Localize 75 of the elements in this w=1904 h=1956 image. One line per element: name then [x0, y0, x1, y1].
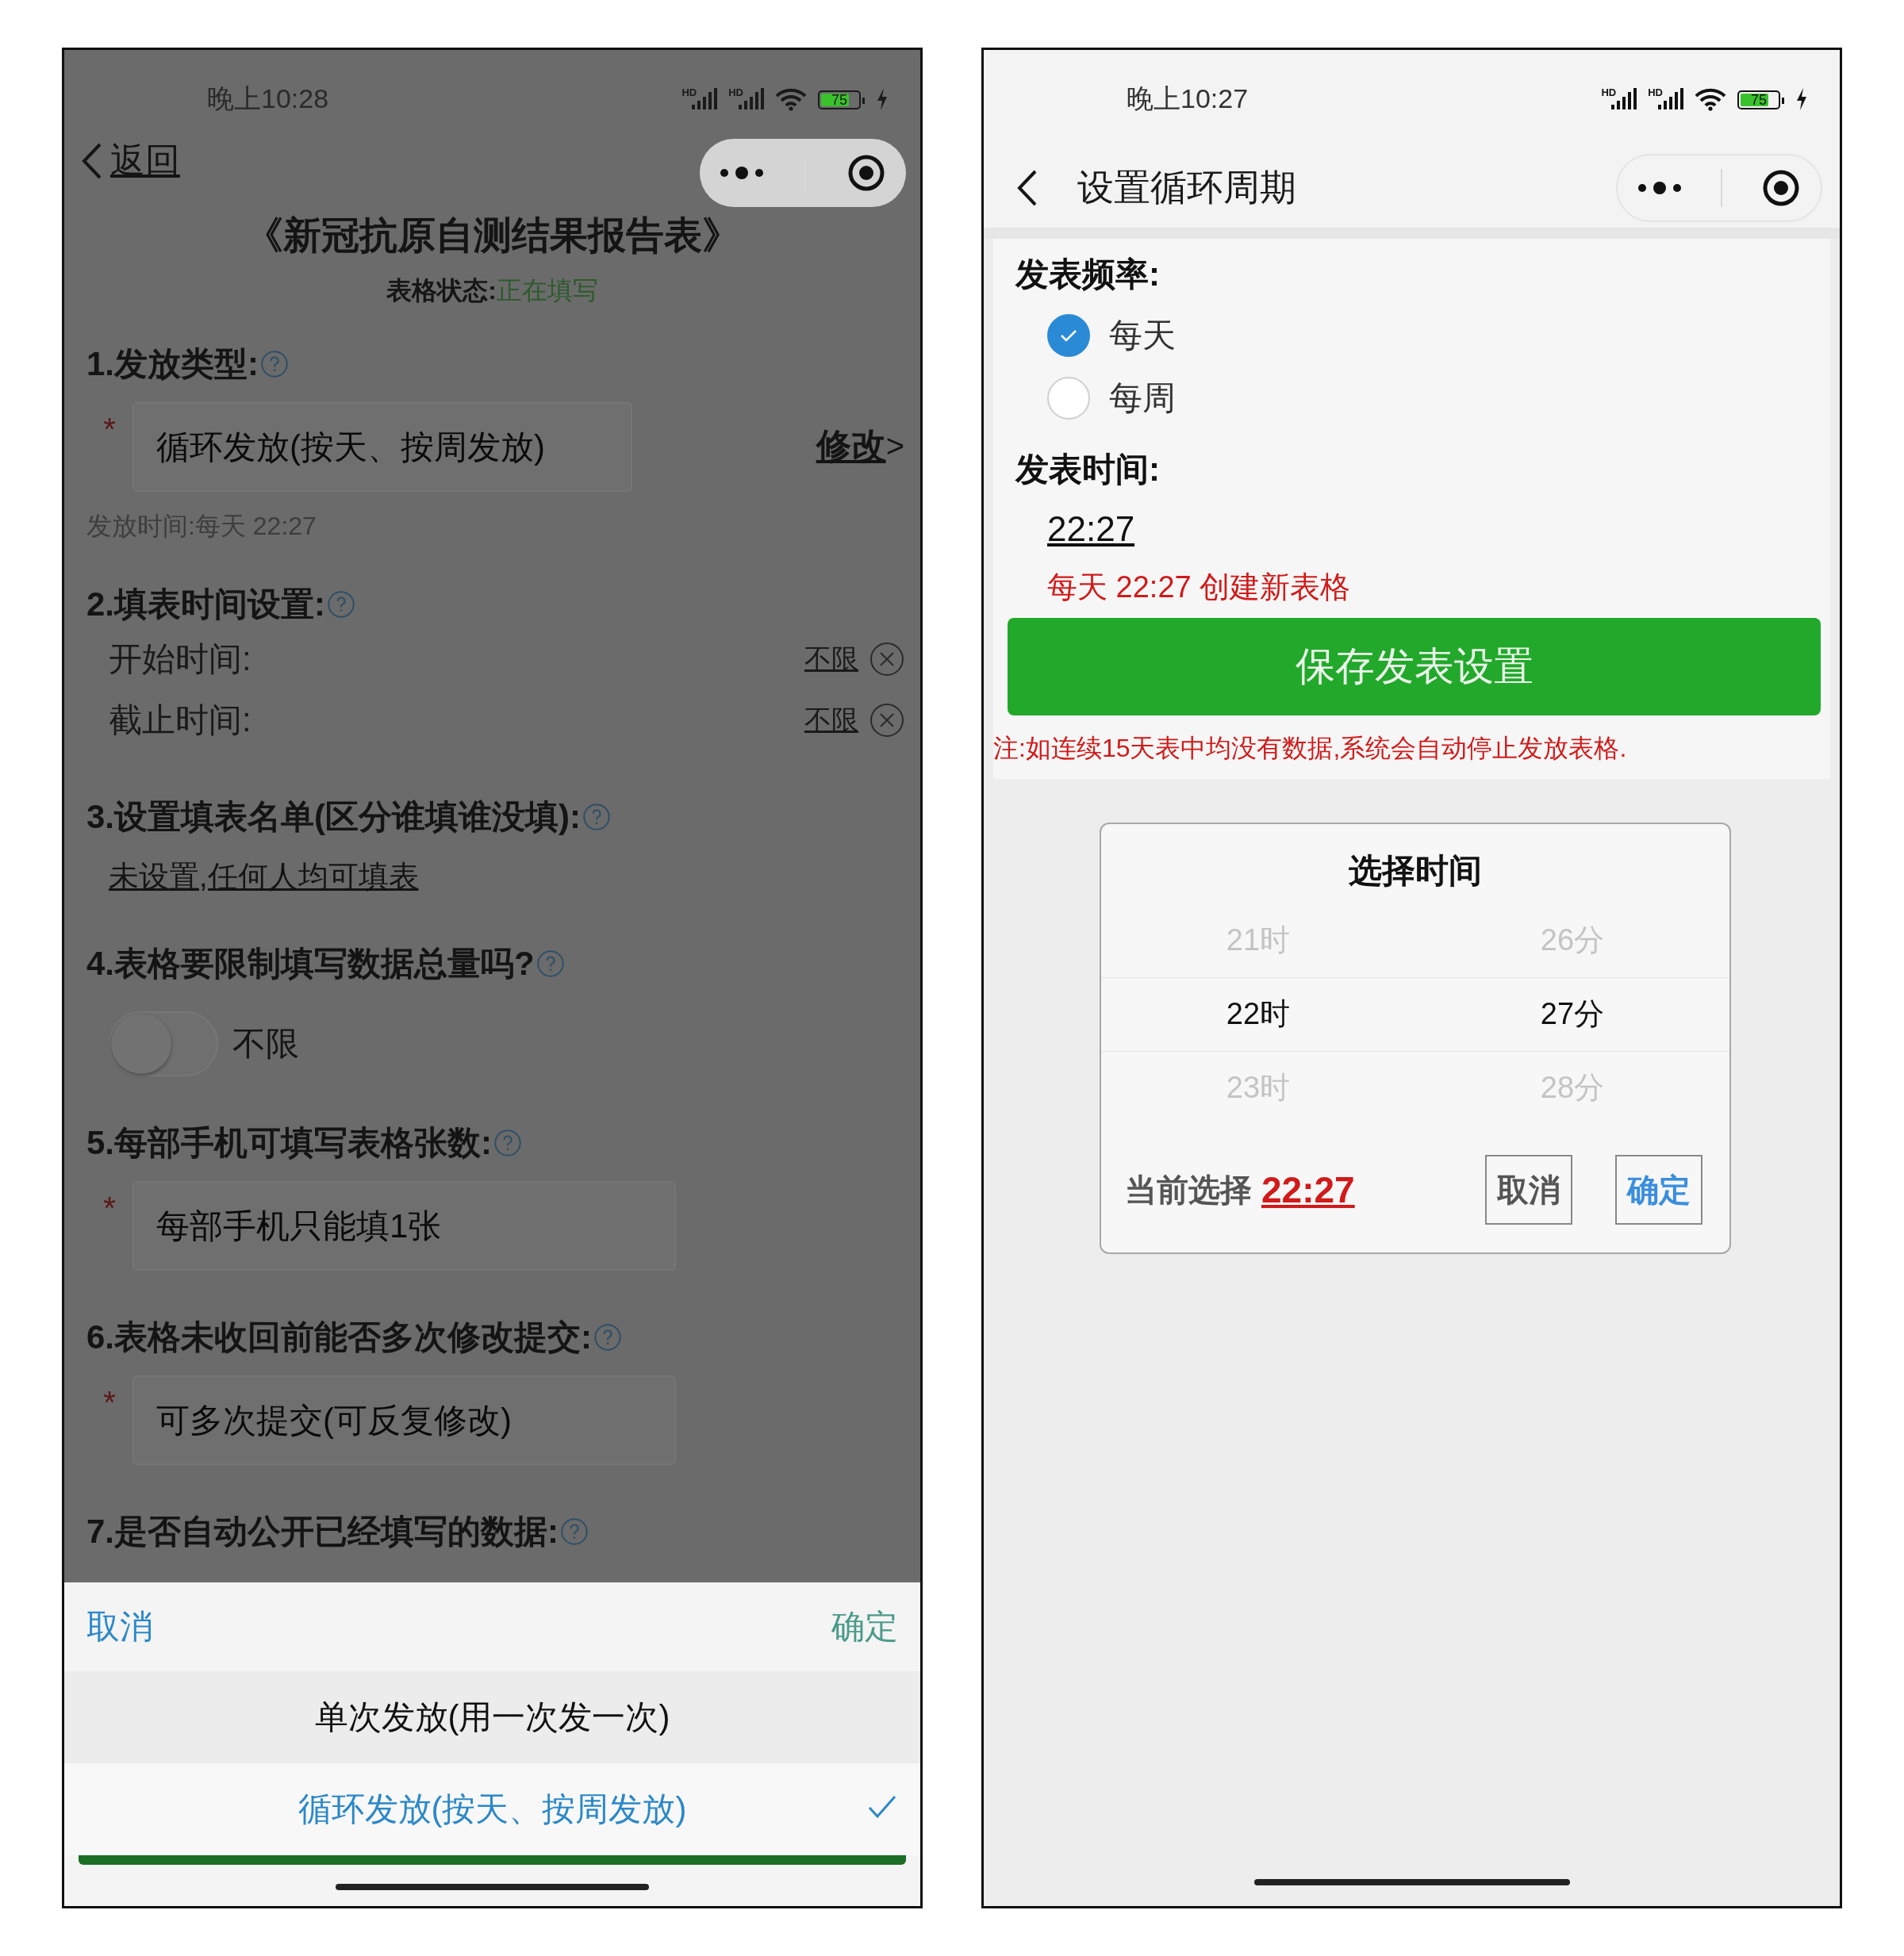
- clear-icon[interactable]: [869, 641, 904, 677]
- sheet-option[interactable]: 单次发放(用一次发一次): [64, 1671, 920, 1763]
- current-selection-label: 当前选择: [1125, 1171, 1252, 1209]
- help-icon[interactable]: [536, 949, 565, 978]
- back-link[interactable]: 返回: [82, 137, 180, 184]
- more-icon[interactable]: [1637, 180, 1682, 196]
- select-field[interactable]: 循环发放(按天、按周发放): [132, 402, 632, 492]
- home-indicator[interactable]: [336, 1884, 649, 1890]
- status-time: 晚上10:27: [1127, 82, 1250, 115]
- status-time: 晚上10:28: [207, 82, 330, 115]
- more-icon[interactable]: [720, 165, 765, 181]
- help-icon[interactable]: [582, 803, 611, 831]
- wifi-icon: [775, 87, 807, 111]
- time-value-link[interactable]: 不限: [804, 701, 858, 738]
- cancel-button[interactable]: 取消: [86, 1605, 153, 1649]
- back-icon: [82, 142, 102, 179]
- form-title: 《新冠抗原自测结果报告表》: [244, 213, 741, 258]
- time-value-link[interactable]: 不限: [804, 640, 858, 677]
- picker-title: 选择时间: [1348, 851, 1483, 891]
- schedule-summary: 每天 22:27 创建新表格: [1046, 569, 1352, 605]
- check-icon: [868, 1795, 896, 1819]
- status-value: 正在填写: [496, 276, 598, 305]
- network-label: HD: [1601, 87, 1617, 98]
- status-label: 表格状态:: [386, 276, 497, 305]
- radio-button[interactable]: [1047, 313, 1090, 357]
- help-icon[interactable]: [493, 1129, 522, 1157]
- roster-link[interactable]: 未设置,任何人均可填表: [86, 857, 419, 897]
- clear-icon[interactable]: [869, 702, 904, 738]
- confirm-button[interactable]: 确定: [1615, 1155, 1702, 1225]
- page-title: 设置循环周期: [1077, 166, 1297, 209]
- radio-label: 每周: [1109, 378, 1176, 418]
- radio-label: 每天: [1109, 315, 1176, 355]
- confirm-button[interactable]: 确定: [831, 1605, 898, 1649]
- battery-level-text: 75: [831, 91, 847, 109]
- edit-link[interactable]: 修改: [816, 423, 886, 470]
- home-indicator[interactable]: [1253, 1879, 1570, 1885]
- network-label: HD: [1648, 87, 1663, 98]
- help-icon[interactable]: [593, 1323, 622, 1352]
- sheet-option[interactable]: 循环发放(按天、按周发放): [64, 1763, 920, 1855]
- time-value-link[interactable]: 22:27: [993, 499, 1830, 559]
- select-field[interactable]: 每部手机只能填1张: [132, 1181, 676, 1271]
- required-mark: *: [102, 1386, 117, 1418]
- help-icon[interactable]: [260, 350, 289, 378]
- field-label: 发表时间:: [1014, 450, 1161, 489]
- save-button[interactable]: 保存发表设置: [1008, 618, 1821, 715]
- warning-note: 注:如连续15天表中均没有数据,系统会自动停止发放表格.: [993, 733, 1628, 764]
- cancel-button[interactable]: 取消: [1485, 1155, 1572, 1225]
- help-icon[interactable]: [327, 590, 355, 619]
- picker-option[interactable]: 27分: [1415, 977, 1729, 1051]
- help-icon[interactable]: [560, 1517, 589, 1546]
- field-label: 发表频率:: [1014, 255, 1161, 294]
- toggle-label: 不限: [232, 1024, 299, 1064]
- required-mark: *: [102, 1192, 117, 1224]
- section-heading: 5.每部手机可填写表格张数:: [86, 1123, 492, 1163]
- required-mark: *: [102, 413, 117, 445]
- back-icon[interactable]: [1017, 170, 1038, 206]
- network-label: HD: [681, 87, 697, 98]
- section-heading: 1.发放类型:: [86, 344, 259, 384]
- chevron-text: >: [885, 428, 904, 464]
- section-heading: 2.填表时间设置:: [86, 585, 325, 624]
- radio-button[interactable]: [1047, 376, 1090, 420]
- wifi-icon: [1695, 87, 1726, 111]
- section-heading: 6.表格未收回前能否多次修改提交:: [86, 1317, 592, 1357]
- picker-option[interactable]: 22时: [1101, 977, 1415, 1051]
- charging-icon: [1795, 87, 1808, 111]
- network-label: HD: [728, 87, 743, 98]
- section-heading: 4.表格要限制填写数据总量吗?: [86, 944, 535, 984]
- section-heading: 3.设置填表名单(区分谁填谁没填):: [86, 797, 581, 837]
- battery-level-text: 75: [1751, 91, 1767, 109]
- field-label: 截止时间:: [109, 700, 252, 740]
- charging-icon: [876, 87, 889, 111]
- select-field[interactable]: 可多次提交(可反复修改): [132, 1375, 676, 1465]
- section-heading: 7.是否自动公开已经填写的数据:: [86, 1512, 559, 1551]
- field-label: 开始时间:: [109, 639, 252, 679]
- current-selection-value: 22:27: [1261, 1168, 1356, 1211]
